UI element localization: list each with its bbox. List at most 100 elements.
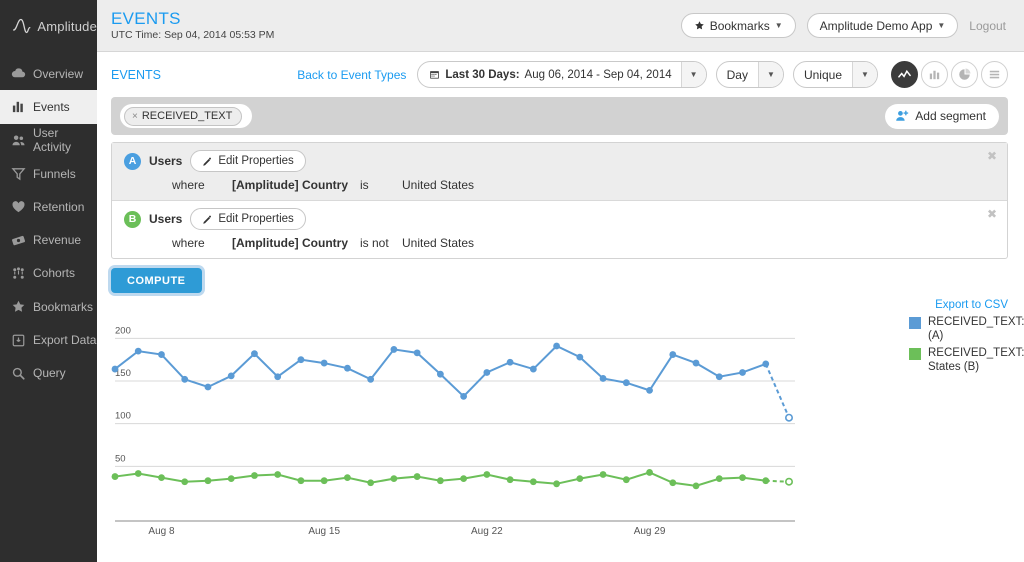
segment-b-header: B Users Edit Properties [112, 208, 1007, 230]
bar-chart-icon [927, 67, 942, 82]
segment-b-close-button[interactable]: ✖ [987, 208, 997, 220]
segment-b-edit-properties-button[interactable]: Edit Properties [190, 208, 305, 230]
cloud-icon [11, 66, 26, 81]
bookmarks-button[interactable]: Bookmarks ▼ [681, 13, 796, 38]
segment-b-value[interactable]: United States [402, 236, 474, 250]
svg-text:Aug 22: Aug 22 [471, 526, 503, 537]
interval-dropdown-arrow[interactable]: ▼ [758, 62, 783, 87]
svg-text:200: 200 [115, 325, 131, 336]
metric-selector[interactable]: Unique ▼ [793, 61, 878, 88]
metric-dropdown-arrow[interactable]: ▼ [852, 62, 877, 87]
metric-label: Unique [794, 68, 852, 82]
segment-row-a: A Users Edit Properties where [Amplitude… [112, 143, 1007, 201]
brand-logo[interactable]: Amplitude [0, 0, 97, 52]
segment-a-value[interactable]: United States [402, 178, 474, 192]
segment-a-users-label: Users [149, 154, 182, 168]
sidebar-item-events[interactable]: Events [0, 90, 97, 123]
segment-b-property[interactable]: [Amplitude] Country [232, 236, 360, 250]
legend-item-b[interactable]: RECEIVED_TEXT: not United States (B) [909, 346, 1024, 374]
sidebar: Amplitude Overview Events [0, 0, 97, 562]
sidebar-item-overview[interactable]: Overview [0, 57, 97, 90]
brand-label: Amplitude [37, 19, 97, 34]
bookmarks-label: Bookmarks [710, 19, 770, 33]
chevron-down-icon: ▼ [861, 70, 869, 79]
sidebar-item-query[interactable]: Query [0, 357, 97, 390]
app-selector-button[interactable]: Amplitude Demo App ▼ [807, 13, 959, 38]
sidebar-item-label: Revenue [33, 233, 81, 247]
close-icon[interactable]: × [132, 111, 138, 122]
svg-text:Aug 29: Aug 29 [634, 526, 666, 537]
table-list-icon [987, 67, 1002, 82]
sidebar-item-bookmarks[interactable]: Bookmarks [0, 290, 97, 323]
chevron-down-icon: ▼ [767, 70, 775, 79]
add-segment-button[interactable]: Add segment [885, 104, 999, 129]
utc-time-label: UTC Time: Sep 04, 2014 05:53 PM [111, 28, 274, 42]
chart-legend: RECEIVED_TEXT: United States (A) RECEIVE… [909, 315, 1024, 377]
segment-b-edit-label: Edit Properties [218, 213, 293, 225]
sidebar-item-label: User Activity [33, 126, 97, 154]
pie-chart-button[interactable] [951, 61, 978, 88]
interval-selector[interactable]: Day ▼ [716, 61, 784, 88]
segment-b-operator[interactable]: is not [360, 236, 402, 250]
segment-badge-a: A [124, 153, 141, 170]
export-icon [11, 333, 26, 348]
segment-a-where-label: where [172, 178, 232, 192]
breadcrumb[interactable]: EVENTS [111, 68, 161, 82]
amplitude-app: Amplitude Overview Events [0, 0, 1024, 562]
event-input[interactable]: × RECEIVED_TEXT [120, 104, 252, 128]
users-icon [11, 133, 26, 148]
sidebar-item-label: Retention [33, 200, 84, 214]
segment-a-edit-properties-button[interactable]: Edit Properties [190, 150, 305, 172]
events-line-chart[interactable]: 20015010050Aug 8Aug 15Aug 22Aug 29 [97, 309, 917, 549]
sidebar-item-label: Bookmarks [33, 300, 93, 314]
table-list-button[interactable] [981, 61, 1008, 88]
date-range-value: Aug 06, 2014 - Sep 04, 2014 [525, 69, 672, 81]
date-range-dropdown-arrow[interactable]: ▼ [681, 62, 706, 87]
sidebar-item-retention[interactable]: Retention [0, 190, 97, 223]
segment-a-property[interactable]: [Amplitude] Country [232, 178, 360, 192]
calendar-icon [429, 69, 440, 80]
sidebar-item-label: Cohorts [33, 266, 75, 280]
sidebar-item-revenue[interactable]: Revenue [0, 223, 97, 256]
date-range-selector[interactable]: Last 30 Days: Aug 06, 2014 - Sep 04, 201… [417, 61, 706, 88]
sidebar-item-cohorts[interactable]: Cohorts [0, 257, 97, 290]
sidebar-item-user-activity[interactable]: User Activity [0, 124, 97, 157]
app-selector-label: Amplitude Demo App [820, 19, 933, 33]
segment-a-operator[interactable]: is [360, 178, 402, 192]
viz-type-group [891, 61, 1008, 88]
pie-chart-icon [957, 67, 972, 82]
sidebar-item-label: Funnels [33, 167, 76, 181]
bar-chart-button[interactable] [921, 61, 948, 88]
date-range-label: Last 30 Days: Aug 06, 2014 - Sep 04, 201… [418, 69, 680, 81]
add-user-icon [895, 109, 909, 123]
chevron-down-icon: ▼ [775, 21, 783, 30]
add-segment-label: Add segment [915, 109, 986, 123]
sidebar-item-label: Export Data [33, 333, 96, 347]
back-to-event-types-link[interactable]: Back to Event Types [297, 68, 406, 82]
main-area: EVENTS UTC Time: Sep 04, 2014 05:53 PM B… [97, 0, 1024, 562]
sidebar-item-label: Query [33, 366, 66, 380]
svg-text:50: 50 [115, 453, 126, 464]
event-selection-bar: × RECEIVED_TEXT Add segment [111, 97, 1008, 135]
line-chart-button[interactable] [891, 61, 918, 88]
segment-badge-b: B [124, 211, 141, 228]
amplitude-logo-icon [12, 15, 31, 37]
legend-item-a[interactable]: RECEIVED_TEXT: United States (A) [909, 315, 1024, 343]
event-chip-label: RECEIVED_TEXT [142, 110, 232, 122]
page-title: EVENTS [111, 9, 274, 28]
export-to-csv-link[interactable]: Export to CSV [935, 299, 1008, 311]
legend-label-a: RECEIVED_TEXT: United States (A) [928, 315, 1024, 343]
top-header: EVENTS UTC Time: Sep 04, 2014 05:53 PM B… [97, 0, 1024, 52]
sidebar-item-export-data[interactable]: Export Data [0, 323, 97, 356]
logout-button[interactable]: Logout [969, 19, 1006, 33]
compute-button[interactable]: COMPUTE [111, 268, 202, 293]
pencil-icon [202, 214, 213, 225]
event-chip-received-text[interactable]: × RECEIVED_TEXT [124, 107, 242, 126]
sidebar-item-funnels[interactable]: Funnels [0, 157, 97, 190]
segment-a-close-button[interactable]: ✖ [987, 150, 997, 162]
interval-label: Day [717, 68, 758, 82]
svg-text:Aug 8: Aug 8 [148, 526, 175, 537]
legend-label-b: RECEIVED_TEXT: not United States (B) [928, 346, 1024, 374]
segment-a-condition: where [Amplitude] Country is United Stat… [112, 178, 1007, 192]
segment-b-where-label: where [172, 236, 232, 250]
